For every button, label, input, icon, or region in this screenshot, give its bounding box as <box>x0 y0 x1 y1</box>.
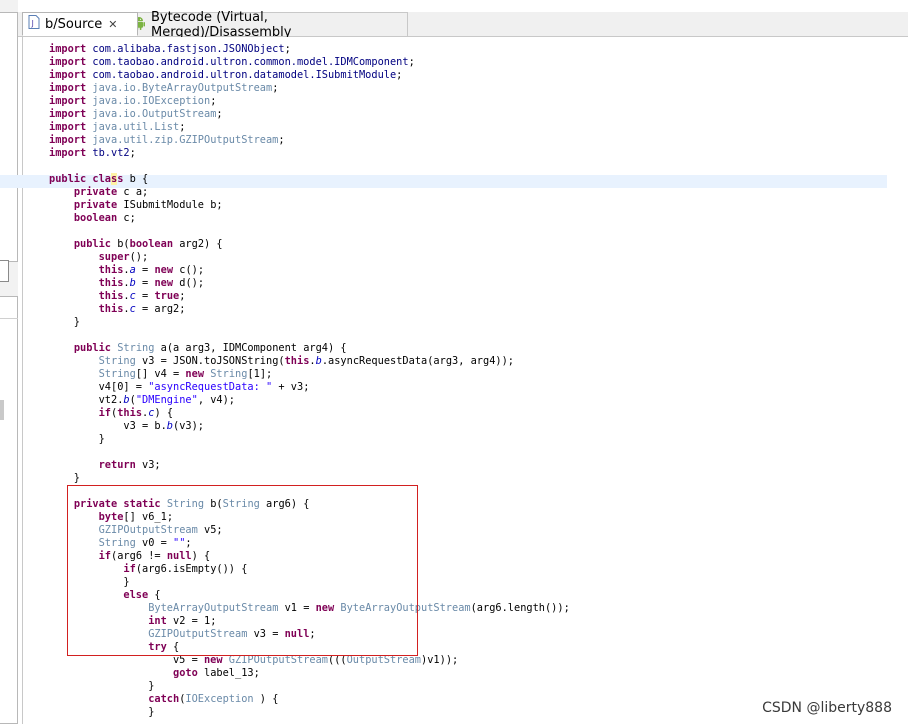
code-line: import java.io.OutputStream; <box>49 108 223 120</box>
close-icon[interactable]: ✕ <box>108 18 117 31</box>
code-line: private ISubmitModule b; <box>73 199 223 211</box>
code-line: public String a(a arg3, IDMComponent arg… <box>73 342 347 354</box>
left-panel-scrollbar[interactable] <box>0 400 4 420</box>
code-line: import tb.vt2; <box>49 147 136 159</box>
code-line: vt2.b("DMEngine", v4); <box>49 394 236 406</box>
code-line: } <box>49 680 155 692</box>
code-line: import java.io.ByteArrayOutputStream; <box>49 82 279 94</box>
code-line: this.a = new c(); <box>98 264 205 276</box>
code-line: private c a; <box>73 186 149 198</box>
code-line: } <box>49 472 80 484</box>
code-line: } <box>49 433 105 445</box>
left-panel-bottom-view <box>0 296 18 724</box>
code-line: this.b = new d(); <box>98 277 205 289</box>
code-line: this.c = arg2; <box>98 303 186 315</box>
tab-label: Bytecode (Virtual, Merged)/Disassembly <box>151 9 292 40</box>
code-line: public b(boolean arg2) { <box>73 238 223 250</box>
svg-text:J: J <box>31 19 34 28</box>
code-line: super(); <box>98 251 149 263</box>
tab-b-source[interactable]: J b/Source ✕ <box>22 12 138 36</box>
code-line: import java.io.IOException; <box>49 95 217 107</box>
code-line: } <box>49 706 155 718</box>
code-line: import java.util.zip.GZIPOutputStream; <box>49 134 285 146</box>
tab-label: b/Source <box>45 16 103 32</box>
java-file-icon: J <box>23 15 45 33</box>
left-panel <box>0 0 18 724</box>
tab-bytecode-disassembly[interactable]: Bytecode (Virtual, Merged)/Disassembly <box>124 10 408 40</box>
code-line: import com.taobao.android.ultron.common.… <box>49 56 415 68</box>
code-line: import com.alibaba.fastjson.JSONObject; <box>49 43 291 55</box>
annotation-box <box>67 485 418 656</box>
code-line: return v3; <box>98 459 161 471</box>
code-line: boolean c; <box>73 212 136 224</box>
code-line: import java.util.List; <box>49 121 186 133</box>
code-line: String v3 = JSON.toJSONString(this.b.asy… <box>98 355 515 367</box>
watermark: CSDN @liberty888 <box>762 700 892 716</box>
code-line: import com.taobao.android.ultron.datamod… <box>49 69 403 81</box>
code-line: v4[0] = "asyncRequestData: " + v3; <box>49 381 310 393</box>
code-line: goto label_13; <box>173 667 260 679</box>
code-line: catch(IOException ) { <box>148 693 279 705</box>
code-line: if(this.c) { <box>98 407 174 419</box>
code-line: v3 = b.b(v3); <box>49 420 204 432</box>
left-panel-input[interactable] <box>0 260 9 282</box>
code-line: String[] v4 = new String[1]; <box>98 368 273 380</box>
code-line: public class b { <box>49 173 149 185</box>
left-panel-top-view <box>0 12 18 262</box>
code-line: } <box>49 316 80 328</box>
editor-gutter <box>23 37 37 724</box>
left-panel-divider <box>0 318 18 319</box>
editor-tab-bar: Bytecode (Virtual, Merged)/Disassembly J… <box>18 10 908 40</box>
code-line: this.c = true; <box>98 290 186 302</box>
